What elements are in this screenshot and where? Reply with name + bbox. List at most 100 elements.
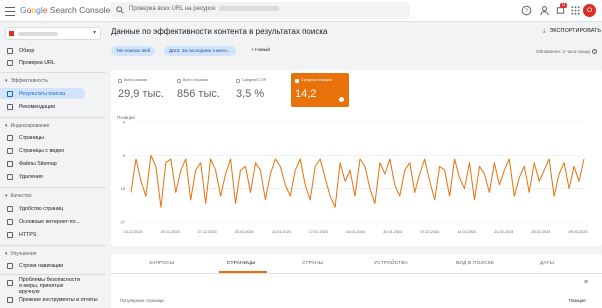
checkbox-icon	[177, 79, 181, 83]
x-tick-label: 06.03.2024	[568, 230, 587, 234]
google-g-icon	[7, 90, 13, 97]
shield-icon	[7, 279, 13, 286]
tab-devices[interactable]: УСТРОЙСТВА	[374, 261, 408, 266]
help-icon[interactable]	[339, 97, 344, 102]
search-icon	[7, 59, 13, 66]
filter-chip-search-type[interactable]: Тип поиска: Веб	[111, 46, 156, 56]
tab-countries[interactable]: СТРАНЫ	[302, 261, 323, 266]
lightbulb-icon	[7, 103, 13, 110]
help-icon[interactable]: ?	[591, 49, 597, 54]
x-tick-label: 10.01.2024	[272, 230, 291, 234]
sidebar-item-pages[interactable]: Страницы	[0, 132, 85, 143]
sidebar-item-video-pages[interactable]: Страницы с видео	[0, 145, 85, 156]
y-tick-label: 18	[121, 186, 126, 191]
lock-icon	[7, 231, 13, 238]
tab-search-appearance[interactable]: ВИД В ПОИСКЕ	[456, 261, 494, 266]
url-inspection-search[interactable]: Проверка всех URL на ресурсе	[110, 2, 410, 19]
section-indexing[interactable]: ▾ Индексирование	[5, 123, 49, 129]
sidebar-item-https[interactable]: HTTPS	[0, 229, 85, 240]
y-tick-label: 27	[121, 220, 126, 225]
sidebar-divider	[0, 274, 106, 275]
y-tick-label: 9	[123, 153, 126, 158]
search-placeholder: Проверка всех URL на ресурсе	[129, 6, 279, 12]
chevron-down-icon: ▾	[5, 193, 8, 199]
column-header-pages: Популярные страницы	[120, 298, 165, 303]
y-tick-label: 0	[123, 120, 126, 125]
app-logo[interactable]: Google Search Console	[20, 5, 110, 15]
sidebar-item-security[interactable]: Проблемы безопасности и меры, принятые в…	[0, 277, 85, 295]
video-icon	[7, 147, 13, 154]
x-tick-label: 17.01.2024	[309, 230, 328, 234]
notification-badge: 14	[560, 3, 567, 8]
filter-rows-icon[interactable]: ≡	[584, 279, 588, 286]
main-content: Данные по эффективности контента в резул…	[106, 22, 602, 308]
metric-total-impressions[interactable]: Всего показов 856 тыс.	[173, 73, 231, 107]
download-icon: ⤓	[543, 28, 546, 34]
section-quality[interactable]: ▾ Качество	[5, 193, 32, 199]
home-icon	[7, 47, 13, 54]
breadcrumbs-icon	[7, 262, 13, 269]
sidebar-item-recommendations[interactable]: Рекомендации	[0, 101, 85, 112]
column-header-position[interactable]: Позиция	[569, 298, 586, 303]
account-settings-icon[interactable]	[539, 5, 550, 16]
sidebar-item-removals[interactable]: Удаления	[0, 171, 85, 182]
metric-total-clicks[interactable]: Всего кликов 29,9 тыс.	[114, 73, 172, 107]
x-tick-label: 27.12.2023	[198, 230, 217, 234]
x-tick-label: 20.12.2023	[161, 230, 180, 234]
checkbox-icon	[295, 79, 299, 83]
avatar[interactable]: О	[583, 4, 596, 17]
sidebar-divider	[0, 187, 106, 188]
menu-icon[interactable]	[4, 4, 16, 18]
x-tick-label: 13.12.2023	[123, 230, 142, 234]
chevron-down-icon: ▾	[5, 123, 8, 129]
tab-dates[interactable]: ДАТЫ	[540, 261, 554, 266]
x-tick-label: 14.02.2024	[457, 230, 476, 234]
sidebar-divider	[0, 117, 106, 118]
speed-icon	[7, 218, 13, 225]
x-tick-label: 21.02.2024	[494, 230, 513, 234]
sidebar-item-page-experience[interactable]: Удобство страниц	[0, 203, 85, 214]
section-performance[interactable]: ▾ Эффективность	[5, 78, 48, 84]
checkbox-icon	[236, 79, 240, 83]
chevron-down-icon: ▾	[92, 30, 96, 36]
chevron-down-icon: ▾	[5, 78, 8, 84]
sidebar-divider	[0, 245, 106, 246]
performance-card: Всего кликов 29,9 тыс. Всего показов 856 т…	[111, 70, 602, 246]
y-axis-label: Позиция	[117, 115, 135, 120]
sidebar-item-sitemaps[interactable]: Файлы Sitemap	[0, 158, 85, 169]
help-icon[interactable]: ?	[521, 5, 532, 16]
sidebar-divider	[0, 72, 106, 73]
x-tick-label: 31.01.2024	[383, 230, 402, 234]
sidebar-item-url-inspection[interactable]: Проверка URL	[0, 57, 85, 68]
tab-pages[interactable]: СТРАНИЦЫ	[227, 261, 256, 266]
property-selector[interactable]: ▾	[5, 27, 101, 40]
page-title: Данные по эффективности контента в резул…	[111, 27, 328, 36]
removals-icon	[7, 173, 13, 180]
x-tick-label: 28.02.2024	[531, 230, 550, 234]
x-tick-label: 24.01.2024	[346, 230, 365, 234]
export-button[interactable]: ⤓ ЭКСПОРТИРОВАТЬ	[543, 28, 601, 35]
checkbox-icon	[118, 79, 122, 83]
last-updated: Обновлено: 2 часа назад?	[536, 49, 597, 54]
sidebar-item-breadcrumbs[interactable]: Строки навигации	[0, 260, 85, 271]
sidebar-item-search-results[interactable]: Результаты поиска	[0, 88, 85, 99]
sidebar-item-core-web-vitals[interactable]: Основные интернет-по...	[0, 216, 85, 227]
new-filter-button[interactable]: + Новый	[251, 48, 270, 53]
dimension-tabs-panel: ЗАПРОСЫ СТРАНИЦЫ СТРАНЫ УСТРОЙСТВА ВИД В…	[111, 254, 602, 308]
chevron-down-icon: ▾	[5, 251, 8, 257]
sidebar-item-overview[interactable]: Обзор	[0, 45, 85, 56]
metric-average-position[interactable]: Средняя позиция 14,2	[291, 73, 349, 107]
tabs-divider	[111, 273, 602, 274]
section-enhancements[interactable]: ▾ Улучшения	[5, 251, 36, 257]
filter-chip-date[interactable]: Дата: За последние 3 меся...	[164, 46, 236, 56]
sidebar-item-legacy-tools[interactable]: Прежние инструменты и отчеты	[0, 294, 98, 305]
apps-grid-icon[interactable]	[570, 5, 581, 16]
svg-text:?: ?	[525, 9, 528, 15]
series-line	[130, 154, 585, 208]
sitemap-icon	[7, 160, 13, 167]
x-tick-label: 03.01.2024	[235, 230, 254, 234]
metric-average-ctr[interactable]: Средний CTR 3,5 %	[232, 73, 290, 107]
property-favicon	[9, 31, 14, 36]
tab-queries[interactable]: ЗАПРОСЫ	[149, 261, 174, 266]
sidebar: ▾ Обзор Проверка URL ▾ Эффективность Резу…	[0, 22, 106, 308]
